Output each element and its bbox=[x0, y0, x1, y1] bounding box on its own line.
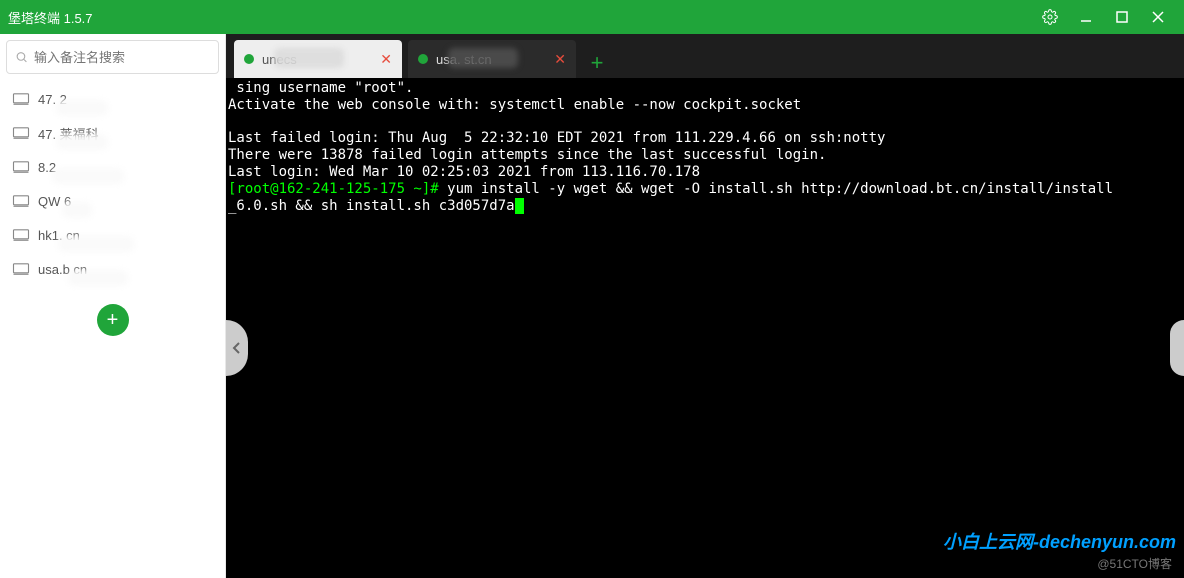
app-title: 堡塔终端 1.5.7 bbox=[8, 8, 1032, 27]
redaction bbox=[62, 202, 92, 218]
add-server-button[interactable]: + bbox=[97, 304, 129, 336]
monitor-icon bbox=[12, 92, 30, 106]
monitor-icon bbox=[12, 262, 30, 276]
terminal-line: Last failed login: Thu Aug 5 22:32:10 ED… bbox=[228, 130, 885, 146]
server-list: 47. 2 47. 莱福科 8.2 QW 6 hk1. cn usa.b cn bbox=[6, 82, 219, 286]
tab-active[interactable]: usa. st.cn ✕ bbox=[408, 40, 576, 78]
server-item[interactable]: 47. 2 bbox=[6, 82, 219, 116]
new-tab-button[interactable]: + bbox=[582, 48, 612, 78]
server-item[interactable]: 47. 莱福科 bbox=[6, 116, 219, 150]
terminal-cursor bbox=[515, 198, 524, 214]
monitor-icon bbox=[12, 228, 30, 242]
redaction bbox=[56, 134, 108, 150]
right-panel-handle[interactable] bbox=[1170, 320, 1184, 376]
watermark-cto: @51CTO博客 bbox=[1097, 555, 1172, 572]
status-dot-icon bbox=[418, 54, 428, 64]
minimize-button[interactable] bbox=[1068, 1, 1104, 33]
redaction bbox=[58, 236, 134, 252]
tab-close-icon[interactable]: ✕ bbox=[554, 51, 566, 68]
redaction bbox=[448, 48, 518, 68]
redaction bbox=[52, 168, 124, 184]
redaction bbox=[68, 270, 128, 286]
terminal-line: sing username "root". bbox=[228, 80, 413, 96]
tab-bar: unecs ✕ usa. st.cn ✕ + bbox=[226, 34, 1184, 78]
terminal[interactable]: sing username "root". Activate the web c… bbox=[226, 78, 1184, 578]
terminal-line: Activate the web console with: systemctl… bbox=[228, 97, 801, 113]
monitor-icon bbox=[12, 126, 30, 140]
sidebar: 47. 2 47. 莱福科 8.2 QW 6 hk1. cn usa.b cn … bbox=[0, 34, 226, 578]
redaction bbox=[274, 48, 344, 68]
settings-button[interactable] bbox=[1032, 1, 1068, 33]
content-area: unecs ✕ usa. st.cn ✕ + sing username "ro… bbox=[226, 34, 1184, 578]
tab-inactive[interactable]: unecs ✕ bbox=[234, 40, 402, 78]
titlebar: 堡塔终端 1.5.7 bbox=[0, 0, 1184, 34]
tab-close-icon[interactable]: ✕ bbox=[380, 51, 392, 68]
search-box[interactable] bbox=[6, 40, 219, 74]
terminal-line: Last login: Wed Mar 10 02:25:03 2021 fro… bbox=[228, 164, 700, 180]
search-icon bbox=[15, 50, 28, 64]
redaction bbox=[56, 100, 108, 116]
maximize-button[interactable] bbox=[1104, 1, 1140, 33]
monitor-icon bbox=[12, 194, 30, 208]
monitor-icon bbox=[12, 160, 30, 174]
search-input[interactable] bbox=[34, 50, 210, 65]
close-button[interactable] bbox=[1140, 1, 1176, 33]
terminal-line: There were 13878 failed login attempts s… bbox=[228, 147, 826, 163]
status-dot-icon bbox=[244, 54, 254, 64]
watermark: 小白上云网-dechenyun.com bbox=[943, 528, 1176, 554]
terminal-prompt: [root@162-241-125-175 ~]# bbox=[228, 181, 439, 197]
server-item[interactable]: QW 6 bbox=[6, 184, 219, 218]
